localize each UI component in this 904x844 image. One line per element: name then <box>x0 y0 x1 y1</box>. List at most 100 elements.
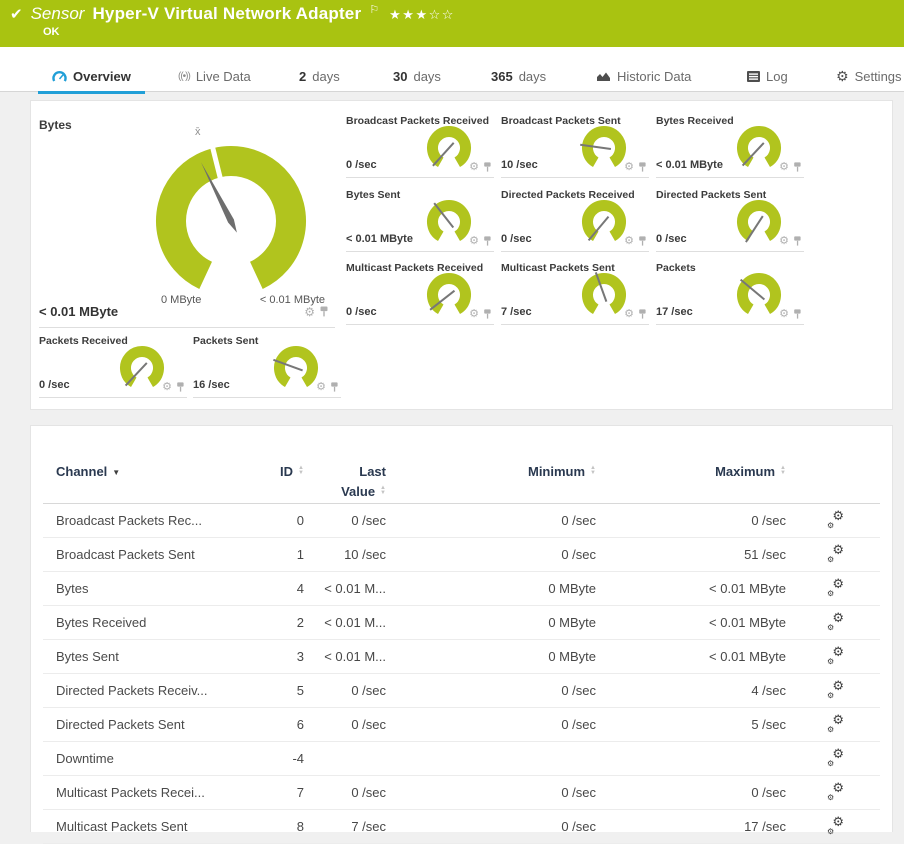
tile-gear-icon[interactable]: ⚙ <box>469 236 479 247</box>
gauge-tile[interactable]: Directed Packets Received 0 /sec ⚙ <box>501 186 649 252</box>
tile-pin-icon[interactable] <box>319 306 329 317</box>
column-header-maximum[interactable]: Maximum ▲ ▼ <box>596 464 786 479</box>
column-header-last-value[interactable]: Last Value ▲ ▼ <box>304 464 386 499</box>
tile-gear-icon[interactable]: ⚙ <box>316 382 326 393</box>
tab-log[interactable]: Log <box>733 61 802 91</box>
mini-gauge <box>737 126 781 168</box>
channel-settings-gears-icon[interactable]: ⚙ ⚙ <box>826 746 846 768</box>
tile-pin-icon[interactable] <box>483 236 492 246</box>
channel-settings-gears-icon[interactable]: ⚙ ⚙ <box>826 576 846 598</box>
tile-gear-icon[interactable]: ⚙ <box>779 236 789 247</box>
gauge-current-value: 0 /sec <box>346 306 377 318</box>
tile-pin-icon[interactable] <box>176 382 185 392</box>
gauge-tile[interactable]: Multicast Packets Sent 7 /sec ⚙ <box>501 259 649 325</box>
mini-gauge <box>427 200 471 242</box>
gauge-max-label: < 0.01 MByte <box>259 294 325 306</box>
channel-settings-gears-icon[interactable]: ⚙ ⚙ <box>826 814 846 836</box>
tab-settings[interactable]: ⚙ Settings <box>822 61 904 91</box>
tile-pin-icon[interactable] <box>483 162 492 172</box>
tab-30-days[interactable]: 30 days <box>379 61 455 91</box>
tile-gear-icon[interactable]: ⚙ <box>162 382 172 393</box>
tile-pin-icon[interactable] <box>638 309 647 319</box>
gauge-tile[interactable]: Packets Received 0 /sec ⚙ <box>39 332 187 398</box>
tile-gear-icon[interactable]: ⚙ <box>304 306 315 318</box>
channel-name-link[interactable]: Broadcast Packets Rec... <box>56 513 246 528</box>
tile-pin-icon[interactable] <box>638 162 647 172</box>
column-label: Maximum <box>715 464 776 479</box>
tile-gear-icon[interactable]: ⚙ <box>469 309 479 320</box>
gauge-current-value: 10 /sec <box>501 159 538 171</box>
gauge-tile[interactable]: Directed Packets Sent 0 /sec ⚙ <box>656 186 804 252</box>
column-header-id[interactable]: ID ▲ ▼ <box>246 464 304 479</box>
channel-name-link[interactable]: Multicast Packets Recei... <box>56 785 246 800</box>
gauge-tile[interactable]: Packets 17 /sec ⚙ <box>656 259 804 325</box>
channel-name-link[interactable]: Bytes Received <box>56 615 246 630</box>
tile-gear-icon[interactable]: ⚙ <box>779 162 789 173</box>
tile-pin-icon[interactable] <box>330 382 339 392</box>
settings-gear-icon: ⚙ <box>836 68 849 84</box>
mini-gauge <box>580 126 626 168</box>
mini-gauge <box>273 346 318 388</box>
channel-name-link[interactable]: Bytes Sent <box>56 649 246 664</box>
sensor-title: Hyper-V Virtual Network Adapter <box>92 4 362 23</box>
gauge-tile[interactable]: Bytes Sent < 0.01 MByte ⚙ <box>346 186 494 252</box>
tab-historic-data[interactable]: Historic Data <box>583 61 705 91</box>
column-header-minimum[interactable]: Minimum ▲ ▼ <box>386 464 596 479</box>
channel-settings-gears-icon[interactable]: ⚙ ⚙ <box>826 780 846 802</box>
channel-name-link[interactable]: Directed Packets Sent <box>56 717 246 732</box>
channel-settings-gears-icon[interactable]: ⚙ ⚙ <box>826 712 846 734</box>
tab-label: days <box>413 68 441 84</box>
gauge-title: Packets Received <box>39 335 128 347</box>
channel-settings-gears-icon[interactable]: ⚙ ⚙ <box>826 678 846 700</box>
tab-label: Log <box>766 68 788 84</box>
tile-pin-icon[interactable] <box>483 309 492 319</box>
tile-gear-icon[interactable]: ⚙ <box>469 162 479 173</box>
gauge-tile[interactable]: Broadcast Packets Received 0 /sec ⚙ <box>346 112 494 178</box>
table-row: Downtime -4 ⚙ ⚙ <box>43 742 880 776</box>
mini-gauge <box>737 273 781 315</box>
table-row: Broadcast Packets Rec... 0 0 /sec 0 /sec… <box>43 504 880 538</box>
channel-name-link[interactable]: Downtime <box>56 751 246 766</box>
channel-id-cell: 5 <box>296 683 304 698</box>
channel-name-link[interactable]: Broadcast Packets Sent <box>56 547 246 562</box>
tile-pin-icon[interactable] <box>793 162 802 172</box>
channel-settings-gears-icon[interactable]: ⚙ ⚙ <box>826 542 846 564</box>
tab-365-days[interactable]: 365 days <box>477 61 560 91</box>
table-row: Multicast Packets Recei... 7 0 /sec 0 /s… <box>43 776 880 810</box>
gauge-tile[interactable]: Multicast Packets Received 0 /sec ⚙ <box>346 259 494 325</box>
gauge-tile-bytes[interactable]: Bytes x̄ 0 MByte < 0.01 MByte < 0.01 MBy… <box>39 112 335 328</box>
gauge-tile[interactable]: Packets Sent 16 /sec ⚙ <box>193 332 341 398</box>
bytes-gauge <box>156 142 306 289</box>
tab-live-data[interactable]: ((•)) Live Data <box>164 61 265 91</box>
tile-gear-icon[interactable]: ⚙ <box>624 309 634 320</box>
gauge-tile[interactable]: Bytes Received < 0.01 MByte ⚙ <box>656 112 804 178</box>
channel-name-link[interactable]: Directed Packets Receiv... <box>56 683 246 698</box>
priority-flag-icon[interactable]: ⚐ <box>369 3 379 16</box>
minimum-cell: 0 /sec <box>561 717 596 732</box>
historic-data-icon <box>597 72 610 81</box>
tile-gear-icon[interactable]: ⚙ <box>624 162 634 173</box>
minimum-cell: 0 MByte <box>548 615 596 630</box>
maximum-cell: < 0.01 MByte <box>709 615 786 630</box>
table-header-row: Channel ▼ ID ▲ ▼ Last Value ▲ ▼ Minimum ▲ ▼… <box>43 426 880 504</box>
channel-id-cell: 2 <box>296 615 304 630</box>
tab-label: days <box>518 68 547 84</box>
tab-label: days <box>312 68 340 84</box>
tile-pin-icon[interactable] <box>793 309 802 319</box>
column-header-channel[interactable]: Channel ▼ <box>56 464 246 479</box>
channel-settings-gears-icon[interactable]: ⚙ ⚙ <box>826 610 846 632</box>
channel-settings-gears-icon[interactable]: ⚙ ⚙ <box>826 508 846 530</box>
tab-2-days[interactable]: 2 days <box>285 61 354 91</box>
sensor-header: ✔ Sensor Hyper-V Virtual Network Adapter… <box>0 0 904 47</box>
tile-pin-icon[interactable] <box>638 236 647 246</box>
channel-settings-gears-icon[interactable]: ⚙ ⚙ <box>826 644 846 666</box>
channel-name-link[interactable]: Bytes <box>56 581 246 596</box>
mini-gauge <box>737 200 781 243</box>
priority-stars[interactable]: ★★★☆☆ <box>389 7 455 23</box>
tile-pin-icon[interactable] <box>793 236 802 246</box>
gauge-tile[interactable]: Broadcast Packets Sent 10 /sec ⚙ <box>501 112 649 178</box>
tile-gear-icon[interactable]: ⚙ <box>624 236 634 247</box>
tab-overview[interactable]: Overview <box>38 61 145 94</box>
tile-gear-icon[interactable]: ⚙ <box>779 309 789 320</box>
column-label: Channel <box>56 464 108 479</box>
